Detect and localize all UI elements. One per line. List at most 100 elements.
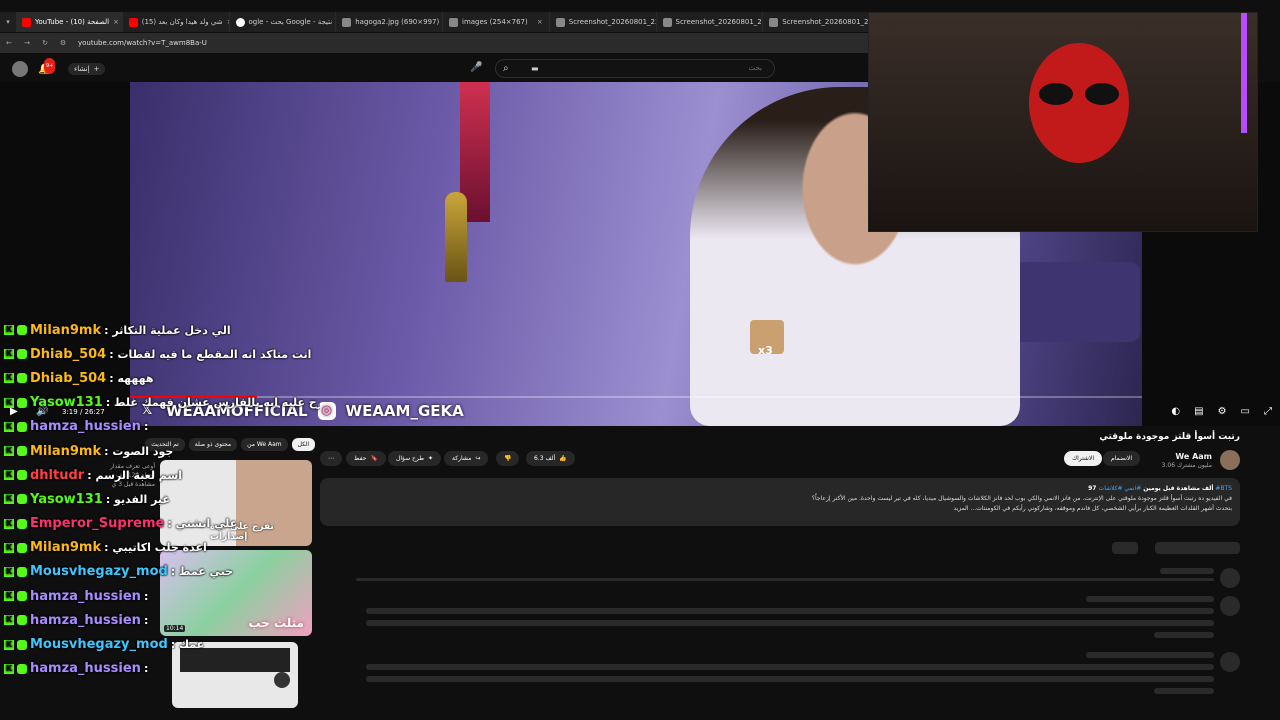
- account-avatar[interactable]: [12, 61, 28, 77]
- url-field[interactable]: youtube.com/watch?v=T_awm8Ba-U: [78, 39, 870, 47]
- verified-badge-icon: [17, 615, 27, 626]
- more-actions-button[interactable]: ⋯: [320, 451, 342, 466]
- channel-name[interactable]: We Aam: [1175, 452, 1212, 461]
- chat-username[interactable]: Dhiab_504: [30, 347, 106, 362]
- chat-message: K Mousvhegazy_mod: حبي عمط: [0, 560, 320, 584]
- chat-text: :: [143, 662, 149, 676]
- microphone-icon[interactable]: 🎤: [470, 62, 482, 73]
- chat-text: : جود الصوت: [104, 444, 174, 458]
- verified-badge-icon: [17, 421, 27, 432]
- chat-username[interactable]: hamza_hussien: [30, 419, 141, 434]
- tab-close-icon[interactable]: ×: [537, 18, 543, 26]
- chat-text: : اعدة جلب اكاتيبي: [104, 541, 207, 555]
- skeleton-block: [366, 664, 1214, 670]
- tab-title: YouTube - الصفحة (10): [35, 18, 110, 26]
- settings-gear-icon[interactable]: ⚙: [1218, 406, 1227, 417]
- chat-username[interactable]: Dhiab_504: [30, 371, 106, 386]
- subscribe-button[interactable]: الاشتراك: [1064, 451, 1102, 466]
- youtube-favicon-icon: [128, 17, 138, 27]
- chat-username[interactable]: Milan9mk: [30, 323, 101, 338]
- browser-tab[interactable]: hagoga2.jpg (690×997) ×: [336, 12, 443, 32]
- subtitles-icon[interactable]: ▤: [1194, 406, 1203, 417]
- browser-tab[interactable]: Screenshot_20260801_230 ×: [550, 12, 657, 32]
- browser-tab-youtube[interactable]: YouTube - الصفحة (10) ×: [16, 12, 123, 32]
- fullscreen-icon[interactable]: ⤢: [1264, 406, 1272, 417]
- tab-title: images (254×767): [462, 18, 528, 26]
- tab-search-icon[interactable]: ▾: [0, 18, 16, 26]
- kick-badge-icon: K: [4, 446, 14, 457]
- join-button[interactable]: الانضمام: [1103, 451, 1140, 466]
- browser-tab-strip: ▾ YouTube - الصفحة (10) × (15) شي ولد هي…: [0, 12, 870, 32]
- skeleton-avatar: [1220, 652, 1240, 672]
- site-info-icon[interactable]: ⚙: [54, 39, 72, 47]
- browser-tab[interactable]: ogle - بحث Google - نتيجة ×: [230, 12, 337, 32]
- save-button[interactable]: حفظ 🔖: [346, 451, 386, 466]
- deadpool-mask-figure: [1029, 43, 1129, 163]
- notification-count-badge: 9+: [44, 58, 56, 74]
- chat-message: K Milan9mk: الي دخل عملية التكاثر: [0, 318, 320, 342]
- autoplay-toggle-icon[interactable]: ◐: [1171, 406, 1180, 417]
- dislike-button[interactable]: 👎: [496, 451, 520, 466]
- kick-badge-icon: K: [4, 663, 14, 674]
- chat-username[interactable]: dhltudr: [30, 468, 84, 483]
- forward-arrow-icon[interactable]: →: [18, 39, 36, 47]
- chat-username[interactable]: Emperor_Supreme: [30, 516, 164, 531]
- skeleton-block: [1154, 688, 1214, 694]
- chat-username[interactable]: Milan9mk: [30, 444, 101, 459]
- chat-username[interactable]: Mousvhegazy_mod: [30, 637, 168, 652]
- notifications-bell-icon[interactable]: 🔔9+: [38, 58, 56, 77]
- reload-icon[interactable]: ↻: [36, 39, 54, 47]
- channel-avatar[interactable]: [1220, 450, 1240, 470]
- browser-tab[interactable]: Screenshot_20260801_230: [763, 12, 870, 32]
- image-favicon-icon: [449, 17, 458, 27]
- chat-username[interactable]: Yasow131: [30, 492, 103, 507]
- search-query-text: ▬: [531, 64, 539, 73]
- verified-badge-icon: [17, 566, 27, 577]
- browser-tab[interactable]: images (254×767) ×: [443, 12, 550, 32]
- chat-message: K Milan9mk: جود الصوت: [0, 439, 320, 463]
- chat-text: : عمك: [170, 638, 205, 652]
- like-button[interactable]: 6.3 ألف 👍: [526, 451, 575, 466]
- ask-button[interactable]: طرح سؤال ✦: [388, 451, 442, 466]
- tab-close-icon[interactable]: ×: [113, 18, 119, 26]
- chat-text: :: [143, 613, 149, 627]
- kick-badge-icon: K: [4, 325, 14, 336]
- browser-tab[interactable]: (15) شي ولد هيدا وكان بعد ×: [123, 12, 230, 32]
- chat-username[interactable]: hamza_hussien: [30, 613, 141, 628]
- share-button[interactable]: مشاركة ↪: [444, 451, 489, 466]
- verified-badge-icon: [17, 591, 27, 602]
- search-icon[interactable]: ⌕: [503, 63, 509, 74]
- tab-title: Screenshot_20260801_230: [568, 18, 657, 26]
- chat-username[interactable]: hamza_hussien: [30, 589, 141, 604]
- chat-username[interactable]: Milan9mk: [30, 540, 101, 555]
- create-button[interactable]: إنشاء +: [68, 63, 106, 75]
- skeleton-block: [356, 578, 1214, 581]
- skeleton-block: [1112, 542, 1138, 554]
- thumbs-up-icon: 👍: [559, 455, 567, 462]
- kick-badge-icon: K: [4, 421, 14, 432]
- verified-badge-icon: [17, 470, 27, 481]
- chat-username[interactable]: Yasow131: [30, 395, 103, 410]
- chat-text: : انت متاكد انه المقطع ما فيه لقطات: [109, 347, 312, 361]
- verified-badge-icon: [17, 494, 27, 505]
- plus-icon: +: [93, 65, 100, 73]
- chat-username[interactable]: hamza_hussien: [30, 661, 141, 676]
- skeleton-avatar: [1220, 568, 1240, 588]
- chat-text: :: [143, 420, 149, 434]
- browser-tab[interactable]: Screenshot_20260801_230 ×: [657, 12, 764, 32]
- tab-title: (15) شي ولد هيدا وكان بعد: [141, 18, 223, 26]
- back-arrow-icon[interactable]: ←: [0, 39, 18, 47]
- chat-message: Khamza_hussien:: [0, 657, 320, 681]
- verified-badge-icon: [17, 325, 27, 336]
- chat-message: K Mousvhegazy_mod: عمك: [0, 632, 320, 656]
- search-bar: ⌕ ▬: [495, 59, 795, 78]
- theater-mode-icon[interactable]: ▭: [1241, 406, 1250, 417]
- video-description[interactable]: 97 ألف مشاهدة قبل يومين #انمي #كلاشات #B…: [320, 478, 1240, 526]
- verified-badge-icon: [17, 349, 27, 360]
- skeleton-block: [1160, 568, 1214, 574]
- youtube-favicon-icon: [22, 17, 31, 27]
- address-bar: ← → ↻ ⚙ youtube.com/watch?v=T_awm8Ba-U: [0, 33, 870, 53]
- skeleton-block: [1154, 632, 1214, 638]
- skeleton-block: [1086, 596, 1214, 602]
- chat-username[interactable]: Mousvhegazy_mod: [30, 564, 168, 579]
